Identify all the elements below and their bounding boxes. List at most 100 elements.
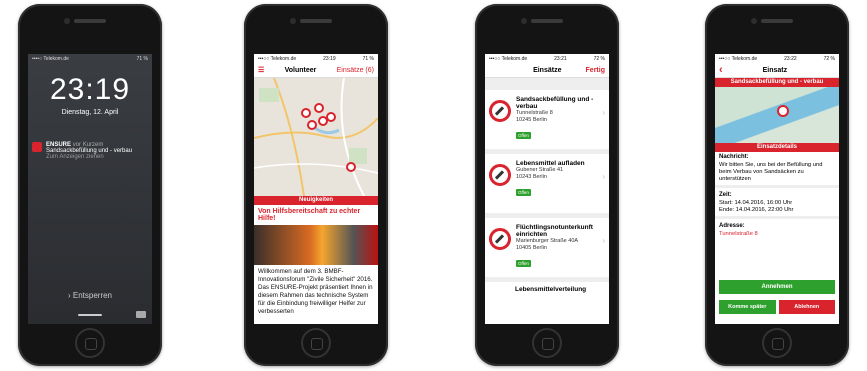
address-label: Adresse: (719, 223, 745, 229)
nav-title: Volunteer (284, 66, 317, 74)
map-view[interactable] (254, 78, 378, 196)
carrier-label: •••○○ Telekom.de (489, 55, 528, 62)
time-label: Zeit: (719, 192, 732, 198)
map-pin[interactable] (307, 120, 317, 130)
tools-icon (489, 100, 511, 122)
menu-icon[interactable]: ☰ (258, 66, 264, 74)
status-badge: Offen (516, 260, 531, 267)
missions-link[interactable]: Einsätze (6) (337, 67, 374, 74)
start-time: Start: 14.04.2016, 16:00 Uhr (719, 200, 793, 206)
status-time: 23:19 (323, 55, 336, 62)
camera-icon[interactable] (136, 311, 146, 318)
ensure-app-icon (32, 142, 42, 152)
earpiece (74, 19, 106, 23)
map-pin[interactable] (346, 162, 356, 172)
mission-detail-screen: •••○○ Telekom.de 23:22 72 % ‹ Einsatz Sa… (715, 54, 839, 324)
notification-hint: Zum Anzeigen ziehen (46, 154, 104, 160)
home-button[interactable] (532, 328, 562, 358)
front-camera (290, 18, 296, 24)
message-label: Nachricht: (719, 154, 749, 160)
lock-clock: 23:19 (49, 73, 131, 106)
home-button[interactable] (301, 328, 331, 358)
news-bar: Neuigkeiten (254, 196, 378, 205)
carrier-label: •••○○ Telekom.de (719, 55, 758, 62)
mission-item[interactable]: Sandsackbefüllung und - verbau Tunnelstr… (485, 90, 609, 154)
mission-street: Tunnelstraße 8 (516, 110, 553, 116)
lock-handle[interactable] (78, 314, 102, 316)
front-camera (751, 18, 757, 24)
mission-street: Marienburger Straße 40A (516, 238, 579, 244)
lock-screen: ••••○ Telekom.de 71 % 23:19 Dienstag, 12… (28, 54, 152, 324)
mission-title: Lebensmittel aufladen (516, 160, 585, 167)
news-photo (254, 225, 378, 265)
action-buttons: Komme später Ablehnen (719, 300, 835, 314)
nav-title: Einsätze (533, 66, 562, 74)
earpiece (531, 19, 563, 23)
chevron-right-icon: › (602, 108, 605, 117)
map-pin[interactable] (326, 112, 336, 122)
home-button[interactable] (762, 328, 792, 358)
nav-title: Einsatz (762, 66, 788, 74)
front-camera (64, 18, 70, 24)
mission-item[interactable]: Lebensmittel aufladen Gubener Straße 41 … (485, 154, 609, 218)
map-pin[interactable] (314, 103, 324, 113)
home-button[interactable] (75, 328, 105, 358)
status-bar: •••○○ Telekom.de 23:22 72 % (715, 54, 839, 63)
battery-label: 72 % (593, 55, 605, 62)
done-button[interactable]: Fertig (586, 67, 605, 74)
earpiece (761, 19, 793, 23)
mission-item[interactable]: Flüchtlingsnotunterkunft einrichten Mari… (485, 218, 609, 282)
mission-city: 10405 Berlin (516, 245, 547, 251)
notification[interactable]: ENSURE vor Kurzem Sandsackbefüllung und … (32, 142, 148, 160)
phone-missions: •••○○ Telekom.de 23:21 72 % Einsätze Fer… (475, 4, 619, 366)
map-pin[interactable] (777, 105, 789, 117)
later-button[interactable]: Komme später (719, 300, 776, 314)
earpiece (300, 19, 332, 23)
status-time: 23:22 (784, 55, 797, 62)
unlock-slider[interactable]: › Entsperren (28, 291, 152, 300)
battery-label: 71 % (136, 55, 148, 62)
status-badge: Offen (516, 189, 531, 196)
status-time: 23:21 (554, 55, 567, 62)
carrier-label: ••••○ Telekom.de (32, 55, 69, 62)
details-bar: Einsatzdetails (715, 143, 839, 152)
mission-title: Sandsackbefüllung und - verbau (516, 96, 594, 110)
news-headline[interactable]: Von Hilfsbereitschaft zu echter Hilfe! (254, 205, 378, 225)
battery-label: 71 % (362, 55, 374, 62)
phone-volunteer: •••○○ Telekom.de 23:19 71 % ☰ Volunteer … (244, 4, 388, 366)
mission-city: 10245 Berlin (516, 117, 547, 123)
battery-label: 72 % (823, 55, 835, 62)
phone-lockscreen: ••••○ Telekom.de 71 % 23:19 Dienstag, 12… (18, 4, 162, 366)
lock-date: Dienstag, 12. April (61, 109, 119, 116)
mission-title-bar: Sandsackbefüllung und - verbau (715, 78, 839, 87)
message-text: Wir bitten Sie, uns bei der Befüllung un… (719, 162, 823, 182)
back-icon[interactable]: ‹ (719, 64, 723, 76)
status-bar: ••••○ Telekom.de 71 % (28, 54, 152, 63)
decline-button[interactable]: Ablehnen (778, 300, 835, 314)
volunteer-screen: •••○○ Telekom.de 23:19 71 % ☰ Volunteer … (254, 54, 378, 324)
front-camera (521, 18, 527, 24)
mission-title: Flüchtlingsnotunterkunft einrichten (516, 224, 593, 238)
chevron-right-icon: › (602, 236, 605, 245)
carrier-label: •••○○ Telekom.de (258, 55, 297, 62)
address-text[interactable]: Tunnelstraße 8 (715, 231, 839, 238)
mission-city: 10243 Berlin (516, 174, 547, 180)
news-article: Willkommen auf dem 3. BMBF-Innovationsfo… (258, 268, 373, 315)
mission-title-partial[interactable]: Lebensmittelverteilung (485, 282, 609, 293)
map-view[interactable] (715, 87, 839, 143)
accept-button[interactable]: Annehmen (719, 280, 835, 294)
tools-icon (489, 164, 511, 186)
status-bar: •••○○ Telekom.de 23:19 71 % (254, 54, 378, 63)
map-roads (254, 78, 378, 196)
status-badge: Offen (516, 132, 531, 139)
map-pin[interactable] (301, 108, 311, 118)
status-bar: •••○○ Telekom.de 23:21 72 % (485, 54, 609, 63)
nav-bar: ☰ Volunteer Einsätze (6) (254, 63, 378, 78)
nav-bar: Einsätze Fertig (485, 63, 609, 78)
mission-street: Gubener Straße 41 (516, 167, 564, 173)
nav-bar: ‹ Einsatz (715, 63, 839, 78)
end-time: Ende: 14.04.2016, 22:00 Uhr (719, 207, 794, 213)
phone-mission-detail: •••○○ Telekom.de 23:22 72 % ‹ Einsatz Sa… (705, 4, 849, 366)
missions-screen: •••○○ Telekom.de 23:21 72 % Einsätze Fer… (485, 54, 609, 324)
tools-icon (489, 228, 511, 250)
